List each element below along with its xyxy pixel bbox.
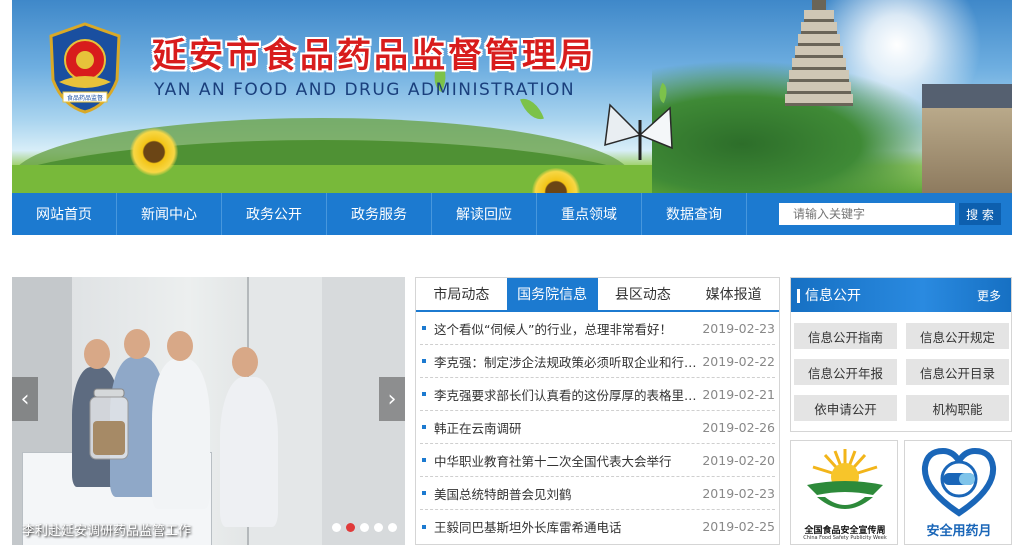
slider-dot-active[interactable] <box>346 523 355 532</box>
slide-photo <box>12 277 405 545</box>
info-panel-title: 信息公开 <box>805 288 861 304</box>
food-safety-week-banner[interactable]: 全国食品安全宣传周 China Food Safety Publicity We… <box>790 440 898 545</box>
tab-city-news[interactable]: 市局动态 <box>416 278 507 310</box>
news-date: 2019-02-25 <box>702 519 775 534</box>
news-slider[interactable]: ‹ › 李利赴延安调研药品监管工作 <box>12 277 405 545</box>
news-tabs: 市局动态 国务院信息 县区动态 媒体报道 <box>416 278 779 312</box>
news-date: 2019-02-23 <box>702 320 775 336</box>
safe-medication-month-banner[interactable]: 安全用药月 <box>904 440 1012 545</box>
slider-dot[interactable] <box>360 523 369 532</box>
nav-item-key-areas[interactable]: 重点领域 <box>537 193 642 235</box>
tab-county-news[interactable]: 县区动态 <box>598 278 689 310</box>
news-title[interactable]: 王毅同巴基斯坦外长库雷希通电话 <box>434 517 701 536</box>
info-rules-button[interactable]: 信息公开规定 <box>906 323 1009 349</box>
bullet-icon <box>422 524 426 529</box>
slide-caption[interactable]: 李利赴延安调研药品监管工作 <box>22 520 191 539</box>
sunflower-icon <box>130 128 178 176</box>
more-link[interactable]: 更多 <box>977 287 1001 304</box>
news-row[interactable]: 这个看似“伺候人”的行业，总理非常看好！ 2019-02-23 <box>420 312 775 345</box>
news-panel: 市局动态 国务院信息 县区动态 媒体报道 这个看似“伺候人”的行业，总理非常看好… <box>415 277 780 545</box>
nav-item-interpretation[interactable]: 解读回应 <box>432 193 537 235</box>
news-date: 2019-02-23 <box>702 485 775 501</box>
apply-disclosure-button[interactable]: 依申请公开 <box>794 395 897 421</box>
nav-item-news[interactable]: 新闻中心 <box>117 193 222 235</box>
news-title[interactable]: 美国总统特朗普会见刘鹤 <box>434 484 701 503</box>
tab-media-reports[interactable]: 媒体报道 <box>688 278 779 310</box>
info-disclosure-panel: 信息公开 更多 信息公开指南 信息公开规定 信息公开年报 信息公开目录 依申请公… <box>790 277 1012 432</box>
news-title[interactable]: 李克强：制定涉企法规政策必须听取企业和行业协会商会意见 <box>434 352 701 371</box>
title-bar-icon <box>797 289 800 303</box>
food-safety-week-logo-icon <box>807 449 883 509</box>
news-list: 这个看似“伺候人”的行业，总理非常看好！ 2019-02-23 李克强：制定涉企法… <box>416 312 779 543</box>
jar-icon <box>89 388 129 460</box>
info-panel-header: 信息公开 更多 <box>791 278 1011 312</box>
news-date: 2019-02-22 <box>702 353 775 369</box>
news-row[interactable]: 李克强要求部长们认真看的这份厚厚的表格里都有什么2019-02-21 <box>420 378 775 411</box>
site-title-en: YAN AN FOOD AND DRUG ADMINISTRATION <box>154 80 576 100</box>
nav-item-gov-service[interactable]: 政务服务 <box>327 193 432 235</box>
slider-next-arrow[interactable]: › <box>379 377 405 421</box>
slider-dots <box>332 523 397 532</box>
news-row[interactable]: 韩正在云南调研 2019-02-26 <box>420 411 775 444</box>
main-nav: 网站首页 新闻中心 政务公开 政务服务 解读回应 重点领域 数据查询 搜 索 <box>12 193 1012 235</box>
news-date: 2019-02-20 <box>702 452 775 468</box>
news-row[interactable]: 中华职业教育社第十二次全国代表大会举行 2019-02-20 <box>420 444 775 477</box>
agency-functions-button[interactable]: 机构职能 <box>906 395 1009 421</box>
news-title[interactable]: 韩正在云南调研 <box>434 418 701 437</box>
info-button-grid: 信息公开指南 信息公开规定 信息公开年报 信息公开目录 依申请公开 机构职能 <box>791 312 1011 421</box>
nav-item-home[interactable]: 网站首页 <box>12 193 117 235</box>
nav-item-gov-open[interactable]: 政务公开 <box>222 193 327 235</box>
bullet-icon <box>422 491 426 495</box>
news-title[interactable]: 这个看似“伺候人”的行业，总理非常看好！ <box>434 319 701 338</box>
bullet-icon <box>422 392 426 396</box>
news-row[interactable]: 王毅同巴基斯坦外长库雷希通电话 2019-02-25 <box>420 510 775 543</box>
info-annual-report-button[interactable]: 信息公开年报 <box>794 359 897 385</box>
slider-dot[interactable] <box>388 523 397 532</box>
news-row[interactable]: 李克强：制定涉企法规政策必须听取企业和行业协会商会意见2019-02-22 <box>420 345 775 378</box>
info-catalog-button[interactable]: 信息公开目录 <box>906 359 1009 385</box>
emblem-icon: 食品药品监督 <box>49 22 121 114</box>
butterfly-icon <box>604 103 673 160</box>
slider-dot[interactable] <box>332 523 341 532</box>
bullet-icon <box>422 458 426 462</box>
slider-dot[interactable] <box>374 523 383 532</box>
news-date: 2019-02-26 <box>702 419 775 435</box>
bullet-icon <box>422 359 426 363</box>
news-row[interactable]: 美国总统特朗普会见刘鹤 2019-02-23 <box>420 477 775 510</box>
info-guide-button[interactable]: 信息公开指南 <box>794 323 897 349</box>
search-button[interactable]: 搜 索 <box>959 203 1001 225</box>
safe-medication-month-caption: 安全用药月 <box>926 524 992 539</box>
header-banner: 食品药品监督 延安市食品药品监督管理局 YAN AN FOOD AND DRUG… <box>12 0 1012 193</box>
food-safety-week-subcaption: China Food Safety Publicity Week <box>803 535 887 541</box>
emblem-text: 食品药品监督 <box>67 94 103 102</box>
info-panel-title-wrap: 信息公开 <box>797 285 861 305</box>
medication-heart-icon <box>921 447 997 517</box>
news-date: 2019-02-21 <box>702 386 775 402</box>
slider-prev-arrow[interactable]: ‹ <box>12 377 38 421</box>
tab-state-council[interactable]: 国务院信息 <box>506 278 598 310</box>
pagoda-illustration <box>784 0 854 128</box>
site-title-cn: 延安市食品药品监督管理局 <box>152 36 596 76</box>
temple-illustration <box>922 84 1012 193</box>
bullet-icon <box>422 425 426 429</box>
search-input[interactable] <box>779 203 955 225</box>
news-title[interactable]: 李克强要求部长们认真看的这份厚厚的表格里都有什么 <box>434 385 701 404</box>
news-title[interactable]: 中华职业教育社第十二次全国代表大会举行 <box>434 451 701 470</box>
bullet-icon <box>422 326 426 330</box>
nav-item-data-query[interactable]: 数据查询 <box>642 193 747 235</box>
